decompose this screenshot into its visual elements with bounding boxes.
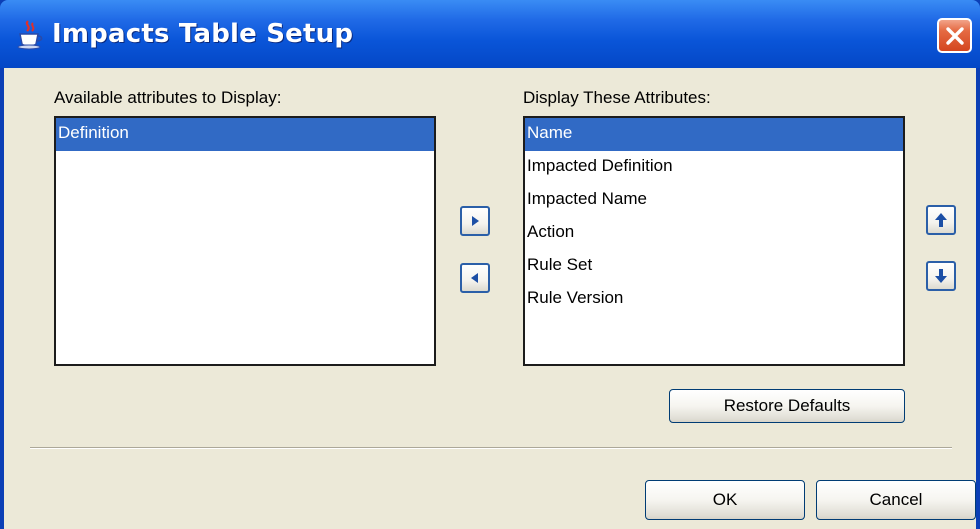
ok-button[interactable]: OK [645, 480, 805, 520]
move-down-button[interactable] [926, 261, 956, 291]
list-item[interactable]: Rule Set [525, 250, 903, 283]
window-title: Impacts Table Setup [52, 19, 354, 49]
display-attributes-list[interactable]: Name Impacted Definition Impacted Name A… [523, 116, 905, 366]
cancel-button[interactable]: Cancel [816, 480, 976, 520]
close-button[interactable] [937, 18, 972, 53]
display-attributes-label: Display These Attributes: [523, 88, 711, 107]
arrow-right-icon [472, 216, 479, 226]
list-item[interactable]: Impacted Definition [525, 151, 903, 184]
arrow-up-icon [935, 213, 947, 227]
add-attribute-button[interactable] [460, 206, 490, 236]
java-coffee-cup-icon [14, 18, 46, 50]
available-attributes-label: Available attributes to Display: [54, 88, 282, 107]
separator [30, 447, 952, 449]
close-icon [946, 27, 964, 45]
arrow-down-icon [935, 269, 947, 283]
remove-attribute-button[interactable] [460, 263, 490, 293]
restore-defaults-button[interactable]: Restore Defaults [669, 389, 905, 423]
impacts-table-setup-dialog: Impacts Table Setup Available attributes… [0, 0, 980, 529]
move-up-button[interactable] [926, 205, 956, 235]
title-bar[interactable]: Impacts Table Setup [0, 0, 980, 68]
list-item[interactable]: Impacted Name [525, 184, 903, 217]
list-item[interactable]: Rule Version [525, 283, 903, 316]
list-item[interactable]: Name [525, 118, 903, 151]
list-item[interactable]: Action [525, 217, 903, 250]
available-attributes-list[interactable]: Definition [54, 116, 436, 366]
list-item[interactable]: Definition [56, 118, 434, 151]
dialog-content: Available attributes to Display: Definit… [4, 68, 976, 529]
arrow-left-icon [471, 273, 478, 283]
